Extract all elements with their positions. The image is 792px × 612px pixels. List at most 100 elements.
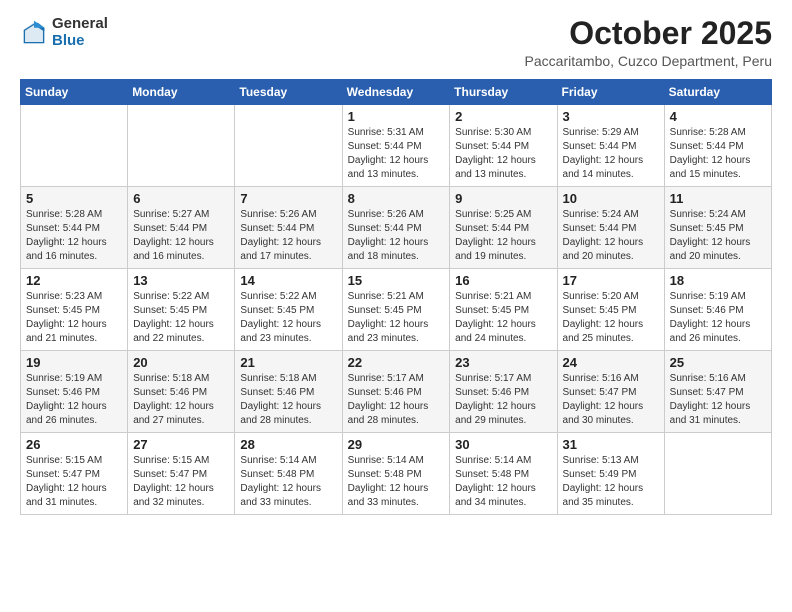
day-info: Sunrise: 5:28 AM Sunset: 5:44 PM Dayligh… [670, 126, 766, 182]
day-info: Sunrise: 5:16 AM Sunset: 5:47 PM Dayligh… [563, 372, 659, 428]
day-info: Sunrise: 5:23 AM Sunset: 5:45 PM Dayligh… [26, 290, 122, 346]
calendar-cell: 5Sunrise: 5:28 AM Sunset: 5:44 PM Daylig… [21, 187, 128, 269]
logo-blue-text: Blue [52, 33, 108, 50]
day-info: Sunrise: 5:18 AM Sunset: 5:46 PM Dayligh… [240, 372, 336, 428]
calendar-cell [128, 105, 235, 187]
calendar-cell: 10 Sunrise: 5:24 AM Sunset: 5:44 PM Dayli… [557, 187, 664, 269]
calendar-cell: 19 Sunrise: 5:19 AM Sunset: 5:46 PM Dayli… [21, 351, 128, 433]
calendar-cell [21, 105, 128, 187]
logo-general-text: General [52, 16, 108, 33]
weekday-header-sunday: Sunday [21, 80, 128, 105]
day-number: 3 [563, 109, 659, 124]
calendar-cell: 3 Sunrise: 5:29 AM Sunset: 5:44 PM Daylig… [557, 105, 664, 187]
day-info: Sunrise: 5:21 AM Sunset: 5:45 PM Dayligh… [348, 290, 445, 346]
calendar-cell: 25 Sunrise: 5:16 AM Sunset: 5:47 PM Dayli… [664, 351, 771, 433]
calendar-cell: 30 Sunrise: 5:14 AM Sunset: 5:48 PM Dayli… [450, 433, 557, 515]
day-info: Sunrise: 5:27 AM Sunset: 5:44 PM Dayligh… [133, 208, 229, 264]
day-info: Sunrise: 5:24 AM Sunset: 5:44 PM Dayligh… [563, 208, 659, 264]
calendar-cell: 16Sunrise: 5:21 AM Sunset: 5:45 PM Dayli… [450, 269, 557, 351]
day-info: Sunrise: 5:31 AM Sunset: 5:44 PM Dayligh… [348, 126, 445, 182]
day-info: Sunrise: 5:17 AM Sunset: 5:46 PM Dayligh… [348, 372, 445, 428]
calendar-week-row: 19 Sunrise: 5:19 AM Sunset: 5:46 PM Dayli… [21, 351, 772, 433]
weekday-header-saturday: Saturday [664, 80, 771, 105]
day-number: 23 [455, 355, 551, 370]
weekday-header-monday: Monday [128, 80, 235, 105]
page-header: General Blue October 2025 Paccaritambo, … [20, 16, 772, 69]
calendar-cell: 26 Sunrise: 5:15 AM Sunset: 5:47 PM Dayli… [21, 433, 128, 515]
day-info: Sunrise: 5:20 AM Sunset: 5:45 PM Dayligh… [563, 290, 659, 346]
calendar-cell: 4 Sunrise: 5:28 AM Sunset: 5:44 PM Daylig… [664, 105, 771, 187]
day-info: Sunrise: 5:15 AM Sunset: 5:47 PM Dayligh… [133, 454, 229, 510]
day-info: Sunrise: 5:24 AM Sunset: 5:45 PM Dayligh… [670, 208, 766, 264]
day-number: 26 [26, 437, 122, 452]
day-number: 11 [670, 191, 766, 206]
day-info: Sunrise: 5:13 AM Sunset: 5:49 PM Dayligh… [563, 454, 659, 510]
day-info: Sunrise: 5:15 AM Sunset: 5:47 PM Dayligh… [26, 454, 122, 510]
day-info: Sunrise: 5:17 AM Sunset: 5:46 PM Dayligh… [455, 372, 551, 428]
day-number: 25 [670, 355, 766, 370]
calendar-cell: 27Sunrise: 5:15 AM Sunset: 5:47 PM Dayli… [128, 433, 235, 515]
day-number: 7 [240, 191, 336, 206]
day-info: Sunrise: 5:16 AM Sunset: 5:47 PM Dayligh… [670, 372, 766, 428]
logo: General Blue [20, 16, 108, 49]
day-number: 12 [26, 273, 122, 288]
day-info: Sunrise: 5:14 AM Sunset: 5:48 PM Dayligh… [240, 454, 336, 510]
calendar-cell: 24Sunrise: 5:16 AM Sunset: 5:47 PM Dayli… [557, 351, 664, 433]
calendar-cell: 17 Sunrise: 5:20 AM Sunset: 5:45 PM Dayli… [557, 269, 664, 351]
day-number: 18 [670, 273, 766, 288]
day-number: 15 [348, 273, 445, 288]
calendar-week-row: 12 Sunrise: 5:23 AM Sunset: 5:45 PM Dayli… [21, 269, 772, 351]
calendar-week-row: 1 Sunrise: 5:31 AM Sunset: 5:44 PM Daylig… [21, 105, 772, 187]
calendar-table: SundayMondayTuesdayWednesdayThursdayFrid… [20, 79, 772, 515]
day-number: 30 [455, 437, 551, 452]
day-info: Sunrise: 5:19 AM Sunset: 5:46 PM Dayligh… [26, 372, 122, 428]
day-info: Sunrise: 5:29 AM Sunset: 5:44 PM Dayligh… [563, 126, 659, 182]
month-title: October 2025 [525, 16, 772, 51]
day-number: 21 [240, 355, 336, 370]
day-number: 16 [455, 273, 551, 288]
calendar-cell: 21 Sunrise: 5:18 AM Sunset: 5:46 PM Dayli… [235, 351, 342, 433]
weekday-header-tuesday: Tuesday [235, 80, 342, 105]
day-number: 29 [348, 437, 445, 452]
calendar-week-row: 5Sunrise: 5:28 AM Sunset: 5:44 PM Daylig… [21, 187, 772, 269]
day-number: 19 [26, 355, 122, 370]
calendar-cell: 18 Sunrise: 5:19 AM Sunset: 5:46 PM Dayli… [664, 269, 771, 351]
day-info: Sunrise: 5:14 AM Sunset: 5:48 PM Dayligh… [455, 454, 551, 510]
title-area: October 2025 Paccaritambo, Cuzco Departm… [525, 16, 772, 69]
day-info: Sunrise: 5:30 AM Sunset: 5:44 PM Dayligh… [455, 126, 551, 182]
day-number: 31 [563, 437, 659, 452]
day-number: 28 [240, 437, 336, 452]
calendar-cell: 31 Sunrise: 5:13 AM Sunset: 5:49 PM Dayli… [557, 433, 664, 515]
day-info: Sunrise: 5:26 AM Sunset: 5:44 PM Dayligh… [348, 208, 445, 264]
calendar-cell: 13Sunrise: 5:22 AM Sunset: 5:45 PM Dayli… [128, 269, 235, 351]
calendar-cell [664, 433, 771, 515]
day-info: Sunrise: 5:28 AM Sunset: 5:44 PM Dayligh… [26, 208, 122, 264]
logo-icon [20, 19, 48, 47]
calendar-cell: 23 Sunrise: 5:17 AM Sunset: 5:46 PM Dayli… [450, 351, 557, 433]
weekday-header-row: SundayMondayTuesdayWednesdayThursdayFrid… [21, 80, 772, 105]
calendar-cell: 14Sunrise: 5:22 AM Sunset: 5:45 PM Dayli… [235, 269, 342, 351]
day-number: 4 [670, 109, 766, 124]
day-number: 1 [348, 109, 445, 124]
calendar-cell: 29 Sunrise: 5:14 AM Sunset: 5:48 PM Dayli… [342, 433, 450, 515]
day-info: Sunrise: 5:25 AM Sunset: 5:44 PM Dayligh… [455, 208, 551, 264]
calendar-cell [235, 105, 342, 187]
day-number: 6 [133, 191, 229, 206]
day-info: Sunrise: 5:22 AM Sunset: 5:45 PM Dayligh… [133, 290, 229, 346]
logo-text: General Blue [52, 16, 108, 49]
calendar-cell: 12 Sunrise: 5:23 AM Sunset: 5:45 PM Dayli… [21, 269, 128, 351]
day-info: Sunrise: 5:19 AM Sunset: 5:46 PM Dayligh… [670, 290, 766, 346]
day-number: 17 [563, 273, 659, 288]
calendar-cell: 8Sunrise: 5:26 AM Sunset: 5:44 PM Daylig… [342, 187, 450, 269]
calendar-cell: 20Sunrise: 5:18 AM Sunset: 5:46 PM Dayli… [128, 351, 235, 433]
day-info: Sunrise: 5:26 AM Sunset: 5:44 PM Dayligh… [240, 208, 336, 264]
calendar-week-row: 26 Sunrise: 5:15 AM Sunset: 5:47 PM Dayli… [21, 433, 772, 515]
day-number: 10 [563, 191, 659, 206]
calendar-cell: 28 Sunrise: 5:14 AM Sunset: 5:48 PM Dayli… [235, 433, 342, 515]
location-subtitle: Paccaritambo, Cuzco Department, Peru [525, 53, 772, 69]
day-info: Sunrise: 5:14 AM Sunset: 5:48 PM Dayligh… [348, 454, 445, 510]
day-number: 9 [455, 191, 551, 206]
calendar-cell: 15 Sunrise: 5:21 AM Sunset: 5:45 PM Dayli… [342, 269, 450, 351]
day-info: Sunrise: 5:22 AM Sunset: 5:45 PM Dayligh… [240, 290, 336, 346]
calendar-cell: 7 Sunrise: 5:26 AM Sunset: 5:44 PM Daylig… [235, 187, 342, 269]
